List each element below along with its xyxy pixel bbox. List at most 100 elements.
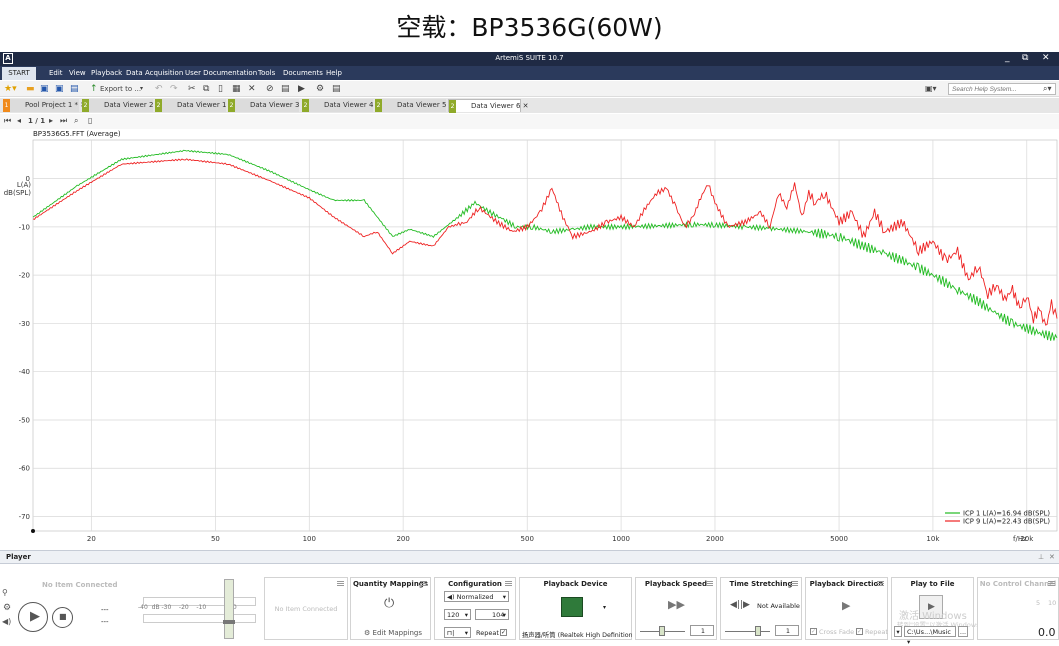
stretch-icon[interactable]: ◀||▶ — [730, 600, 750, 610]
last-page-icon[interactable]: ⏭ — [60, 116, 67, 126]
stop-icon[interactable]: ⊘ — [266, 83, 274, 95]
time-display-1: --- — [101, 606, 109, 614]
restore-icon[interactable]: ⧉ — [1022, 53, 1028, 63]
tab-data-viewer-6[interactable]: 2 Data Viewer 6 ✕ — [448, 99, 529, 113]
menu-user-documentation[interactable]: User Documentation — [185, 69, 257, 77]
paste-icon[interactable]: ▯ — [218, 83, 223, 95]
direction-repeat-checkbox[interactable]: ✓ — [856, 628, 863, 635]
panel-no-control-channel: No Control Channel 5 10 0.0 — [977, 577, 1059, 640]
tab-data-viewer-2[interactable]: 2Data Viewer 2 ✕ — [82, 99, 162, 112]
fast-forward-icon[interactable]: ▶▶ — [668, 598, 685, 611]
no-item-label-2: No Item Connected — [274, 605, 338, 613]
next-page-icon[interactable]: ▸ — [49, 116, 53, 125]
search-icon[interactable]: ⌕▾ — [1043, 83, 1052, 95]
power-icon[interactable]: ⏻ — [384, 596, 394, 611]
search-input[interactable] — [948, 83, 1056, 95]
first-page-icon[interactable]: ⏮ — [4, 116, 11, 126]
menu-icon[interactable] — [1048, 581, 1055, 586]
menu-icon[interactable] — [706, 581, 713, 586]
delete-icon[interactable]: ✕ — [248, 83, 256, 95]
player-settings-icon[interactable]: ⚙ — [3, 603, 11, 613]
speed-slider-thumb[interactable] — [659, 626, 665, 636]
save-icon[interactable]: ▣ — [40, 83, 49, 95]
document-icon[interactable]: ▯ — [88, 116, 92, 125]
edit-mappings-label: Edit Mappings — [372, 629, 422, 637]
speaker-icon: ◀) — [447, 593, 455, 601]
edit-mappings-button[interactable]: ⚙ Edit Mappings — [364, 629, 422, 637]
file-path-text: C:\Us...\Music — [907, 628, 951, 636]
stop-button[interactable]: ■ — [52, 607, 73, 628]
forward-direction-icon[interactable]: ▶ — [842, 599, 850, 612]
export-button[interactable]: Export to ... — [100, 83, 141, 95]
tab-badge: 1 — [3, 99, 10, 112]
x-axis-unit: f/Hz — [1013, 535, 1027, 543]
page-navigation: ⏮ ◂ 1 / 1 ▸ ⏭ ⌕ ▯ — [0, 114, 1059, 129]
tab-data-viewer-1[interactable]: 2Data Viewer 1 ✕ — [155, 99, 235, 112]
star-icon[interactable]: ★▾ — [4, 83, 17, 95]
print-icon[interactable]: ▤ — [70, 83, 79, 95]
calc-icon[interactable]: ▤ — [281, 83, 290, 95]
minimize-icon[interactable]: _ — [1005, 53, 1010, 63]
file-path[interactable]: C:\Us...\Music ▾ — [904, 626, 956, 646]
menu-icon[interactable] — [877, 581, 884, 586]
config-channel-select[interactable]: ⊓| ▾ — [444, 627, 471, 638]
export-icon[interactable]: ↑ — [90, 83, 98, 95]
play-button[interactable]: ▶ — [18, 602, 48, 632]
menu-icon[interactable] — [337, 581, 344, 586]
tab-pool-project[interactable]: 1Pool Project 1 * ✕ — [3, 99, 86, 112]
layout-icon[interactable]: ▤ — [332, 83, 341, 95]
player-close-icon[interactable]: ✕ — [1049, 553, 1055, 561]
menu-edit[interactable]: Edit — [49, 69, 63, 77]
folder-icon[interactable]: ▬ — [26, 83, 35, 95]
repeat-checkbox[interactable]: ✓ — [500, 629, 507, 636]
copy-icon[interactable]: ⧉ — [203, 83, 209, 95]
link-icon[interactable]: ⚲ — [2, 588, 8, 597]
speed-value[interactable]: 1 — [690, 625, 714, 636]
stretch-value[interactable]: 1 — [775, 625, 799, 636]
tab-data-viewer-5[interactable]: 2Data Viewer 5 ✕ — [375, 99, 455, 112]
close-icon[interactable]: ✕ — [1042, 53, 1050, 63]
menu-view[interactable]: View — [69, 69, 86, 77]
cross-fade-checkbox[interactable]: ✓ — [810, 628, 817, 635]
menu-icon[interactable] — [791, 581, 798, 586]
config-value-a[interactable]: 120 ▾ — [444, 609, 471, 620]
document-tabs: 1Pool Project 1 * ✕ 2Data Viewer 2 ✕ 2Da… — [0, 98, 1059, 113]
tab-data-viewer-4[interactable]: 2Data Viewer 4 ✕ — [302, 99, 382, 112]
prev-page-icon[interactable]: ◂ — [17, 116, 21, 125]
view-options-icon[interactable]: ▣▾ — [925, 83, 937, 95]
properties-icon[interactable]: ▦ — [232, 83, 241, 95]
repeat-label: Repeat — [476, 629, 499, 637]
cut-icon[interactable]: ✂ — [188, 83, 196, 95]
tab-data-viewer-3[interactable]: 2Data Viewer 3 ✕ — [228, 99, 308, 112]
zoom-icon[interactable]: ⌕ — [74, 116, 78, 126]
stretch-slider-thumb[interactable] — [755, 626, 761, 636]
legend-entry: ICP 9 L(A)=22.43 dB(SPL) — [963, 518, 1050, 526]
menu-data-acquisition[interactable]: Data Acquisition — [126, 69, 183, 77]
pin-icon[interactable]: ⊥ — [1038, 553, 1044, 561]
export-dropdown-icon[interactable]: ▾ — [140, 83, 143, 95]
menu-icon[interactable] — [420, 581, 427, 586]
volume-slider-thumb[interactable] — [223, 620, 235, 624]
menu-help[interactable]: Help — [326, 69, 342, 77]
settings-icon[interactable]: ⚙ — [316, 83, 324, 95]
menu-documents[interactable]: Documents — [283, 69, 323, 77]
fft-chart[interactable]: 0-10-20-30-40-50-60-7020 50 100 200 500 1000 2… — [0, 138, 1059, 548]
play-icon[interactable]: ▶ — [298, 83, 305, 95]
file-type-select[interactable]: ▾ — [894, 626, 902, 637]
sound-card-icon[interactable] — [561, 597, 583, 617]
undo-icon[interactable]: ↶ — [155, 83, 163, 95]
volume-slider[interactable] — [223, 579, 235, 639]
volume-icon[interactable]: ◀) — [2, 617, 11, 626]
stretch-slider[interactable] — [725, 631, 770, 632]
device-dropdown-icon[interactable]: ▾ — [603, 604, 606, 611]
menu-icon[interactable] — [505, 581, 512, 586]
redo-icon[interactable]: ↷ — [170, 83, 178, 95]
browse-button[interactable]: ... — [958, 626, 968, 637]
mode-select[interactable]: ◀) Normalized ▾ — [444, 591, 509, 602]
menu-playback[interactable]: Playback — [91, 69, 122, 77]
save-as-icon[interactable]: ▣ — [55, 83, 64, 95]
config-value-b[interactable]: 104 ▾ — [475, 609, 509, 620]
menu-start[interactable]: START — [2, 67, 36, 80]
menu-tools[interactable]: Tools — [258, 69, 275, 77]
panel-title: Time Stretching — [729, 580, 793, 588]
